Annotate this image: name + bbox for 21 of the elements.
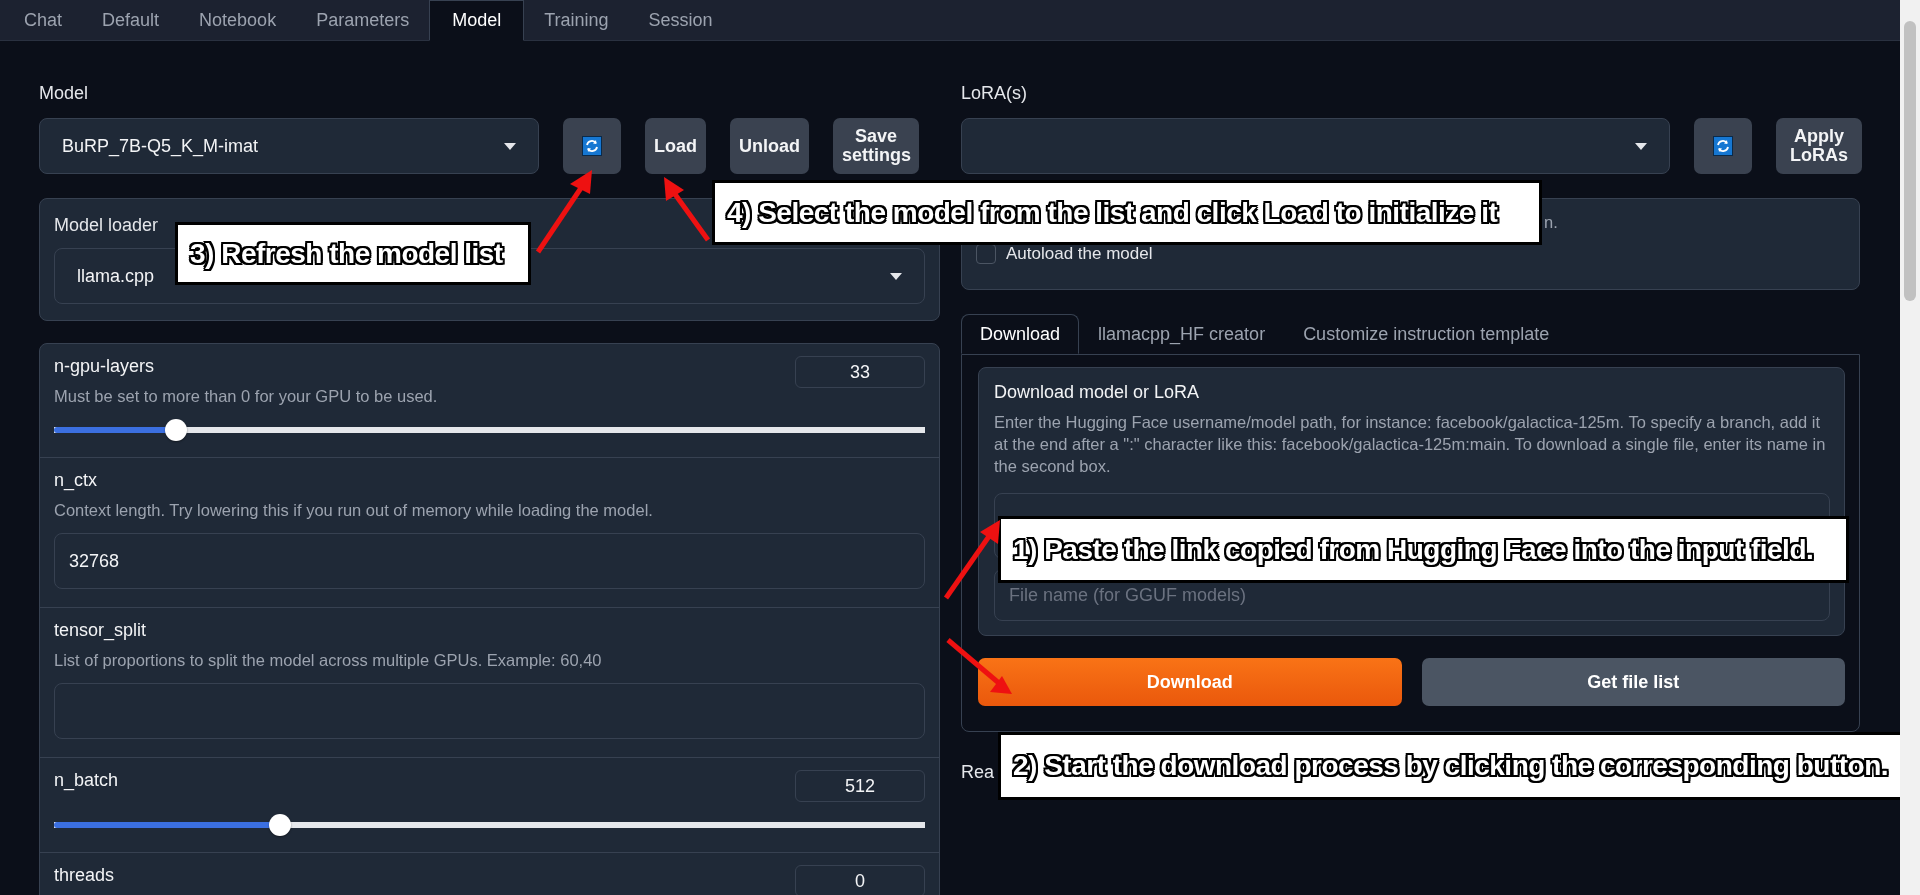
annotation-tooltip: 1) Paste the link copied from Hugging Face into the input field.: [998, 516, 1849, 583]
annotation-tooltip: 2) Start the download process by clicking the corresponding button.: [998, 732, 1900, 800]
status-text: Rea: [961, 762, 995, 783]
parameter-name: n_ctx: [54, 470, 99, 491]
annotation-tooltip: 4) Select the model from the list and click Load to initialize it: [712, 180, 1542, 245]
description-text: n.: [1544, 213, 1558, 232]
parameter-description: Context length. Try lowering this if you run out of memory while loading the model.: [54, 500, 653, 521]
parameter-description: List of proportions to split the model across multiple GPUs. Example: 60,40: [54, 650, 602, 671]
section-title: Download model or LoRA: [994, 382, 1201, 403]
parameter-description: Must be set to more than 0 for your GPU to be used.: [54, 386, 438, 407]
parameter-name: threads: [54, 865, 115, 886]
field-label: LoRA(s): [961, 83, 1027, 104]
field-label: Model: [39, 83, 89, 104]
parameter-name: n-gpu-layers: [54, 356, 156, 377]
parameter-name: tensor_split: [54, 620, 148, 641]
dropdown-value: BuRP_7B-Q5_K_M-imat: [62, 135, 259, 157]
field-label: Model loader: [54, 215, 159, 236]
dropdown-value: llama.cpp: [77, 265, 155, 287]
description-text: Enter the Hugging Face username/model path, for instance: facebook/galactica-125m. To specify a branch, add it at the end after a ":" character like this: facebook/galactica-125m:main. To download a single file, enter its name in the second box.: [994, 412, 1827, 477]
parameter-name: n_batch: [54, 770, 119, 791]
annotation-tooltip: 3) Refresh the model list: [175, 222, 531, 285]
